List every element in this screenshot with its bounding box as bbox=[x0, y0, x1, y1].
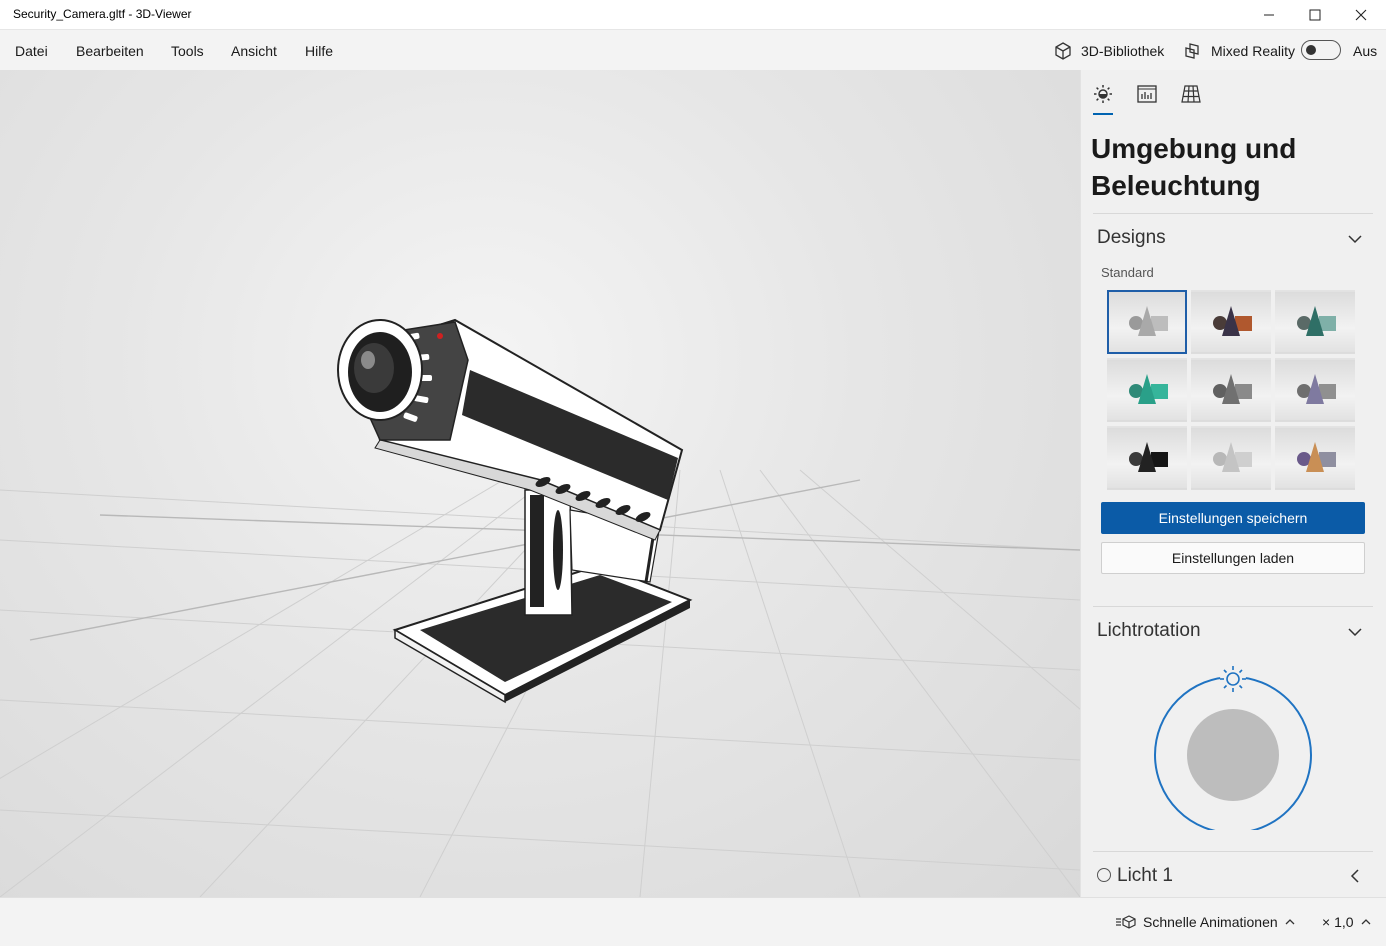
active-tab-indicator bbox=[1093, 113, 1113, 115]
panel-title: Umgebung und Beleuchtung bbox=[1091, 130, 1361, 204]
toggle-knob bbox=[1306, 45, 1316, 55]
panel-title-line2: Beleuchtung bbox=[1091, 170, 1261, 201]
theme-preview bbox=[1129, 442, 1168, 472]
grid-floor bbox=[0, 318, 1080, 897]
theme-preview bbox=[1213, 442, 1252, 472]
chevron-down-icon[interactable] bbox=[1347, 624, 1363, 640]
menu-datei[interactable]: Datei bbox=[15, 43, 48, 59]
animation-dropdown[interactable]: Schnelle Animationen bbox=[1115, 914, 1296, 930]
chevron-up-icon bbox=[1285, 919, 1295, 925]
light1-radio[interactable] bbox=[1097, 868, 1111, 882]
designs-group-label: Standard bbox=[1101, 265, 1154, 280]
theme-option[interactable] bbox=[1107, 426, 1187, 490]
library-button[interactable]: 3D-Bibliothek bbox=[1053, 40, 1164, 62]
stats-icon bbox=[1137, 85, 1157, 103]
divider bbox=[1093, 606, 1373, 607]
title-bar: Security_Camera.gltf - 3D-Viewer bbox=[0, 0, 1386, 30]
menu-hilfe[interactable]: Hilfe bbox=[305, 43, 333, 59]
theme-preview bbox=[1129, 306, 1168, 336]
animation-label: Schnelle Animationen bbox=[1143, 914, 1278, 930]
light-sphere bbox=[1187, 709, 1279, 801]
mixed-reality-toggle[interactable] bbox=[1301, 40, 1341, 60]
sun-icon bbox=[1094, 85, 1112, 103]
theme-option[interactable] bbox=[1275, 358, 1355, 422]
chevron-down-icon[interactable] bbox=[1347, 231, 1363, 247]
theme-preview bbox=[1297, 374, 1336, 404]
cube-icon bbox=[1055, 42, 1071, 60]
theme-option[interactable] bbox=[1275, 426, 1355, 490]
theme-option[interactable] bbox=[1275, 290, 1355, 354]
animation-icon bbox=[1116, 915, 1136, 929]
theme-preview bbox=[1129, 374, 1168, 404]
chevron-left-icon[interactable] bbox=[1347, 868, 1363, 884]
3d-viewport[interactable] bbox=[0, 70, 1080, 897]
divider bbox=[1093, 851, 1373, 852]
tab-statistics[interactable] bbox=[1135, 82, 1159, 106]
library-label: 3D-Bibliothek bbox=[1081, 43, 1165, 59]
tab-environment[interactable] bbox=[1091, 82, 1115, 106]
theme-preview bbox=[1213, 306, 1252, 336]
theme-option[interactable] bbox=[1191, 358, 1271, 422]
theme-preview bbox=[1297, 306, 1336, 336]
light-rotation-header[interactable]: Lichtrotation bbox=[1097, 620, 1201, 642]
menu-ansicht[interactable]: Ansicht bbox=[231, 43, 277, 59]
mixed-reality-label: Mixed Reality bbox=[1211, 43, 1296, 59]
toggle-state-label: Aus bbox=[1353, 43, 1378, 59]
speed-dropdown[interactable]: × 1,0 bbox=[1322, 914, 1372, 930]
menu-bar: Datei Bearbeiten Tools Ansicht Hilfe 3D-… bbox=[0, 30, 1386, 70]
chevron-up-icon bbox=[1361, 919, 1370, 925]
theme-option[interactable] bbox=[1107, 290, 1187, 354]
close-button[interactable] bbox=[1338, 0, 1384, 30]
maximize-icon bbox=[1309, 9, 1321, 21]
designs-header[interactable]: Designs bbox=[1097, 227, 1166, 249]
camera-model bbox=[337, 318, 693, 704]
menu-tools[interactable]: Tools bbox=[171, 43, 204, 59]
theme-option[interactable] bbox=[1107, 358, 1187, 422]
status-bar: Schnelle Animationen × 1,0 bbox=[0, 897, 1386, 946]
save-settings-button[interactable]: Einstellungen speichern bbox=[1101, 502, 1365, 534]
divider bbox=[1093, 213, 1373, 214]
theme-preview bbox=[1297, 442, 1336, 472]
environment-panel: Umgebung und Beleuchtung Designs Standar… bbox=[1080, 70, 1386, 897]
theme-option[interactable] bbox=[1191, 290, 1271, 354]
mixed-reality-icon bbox=[1185, 43, 1199, 59]
window-title: Security_Camera.gltf - 3D-Viewer bbox=[13, 7, 192, 21]
menu-bearbeiten[interactable]: Bearbeiten bbox=[76, 43, 144, 59]
theme-option[interactable] bbox=[1191, 426, 1271, 490]
load-settings-button[interactable]: Einstellungen laden bbox=[1101, 542, 1365, 574]
minimize-button[interactable] bbox=[1246, 0, 1292, 30]
maximize-button[interactable] bbox=[1292, 0, 1338, 30]
light1-label: Licht 1 bbox=[1117, 865, 1173, 886]
speed-label: × 1,0 bbox=[1322, 914, 1354, 930]
theme-preview bbox=[1213, 374, 1252, 404]
grid-icon bbox=[1181, 85, 1201, 103]
panel-title-line1: Umgebung und bbox=[1091, 133, 1297, 164]
light-sun-icon[interactable] bbox=[1220, 666, 1246, 692]
mixed-reality-button[interactable]: Mixed Reality bbox=[1183, 40, 1295, 62]
close-icon bbox=[1355, 9, 1367, 21]
minimize-icon bbox=[1264, 14, 1274, 16]
theme-grid bbox=[1107, 290, 1357, 490]
light-rotation-dial[interactable] bbox=[1153, 656, 1313, 830]
tab-grid[interactable] bbox=[1179, 82, 1203, 106]
